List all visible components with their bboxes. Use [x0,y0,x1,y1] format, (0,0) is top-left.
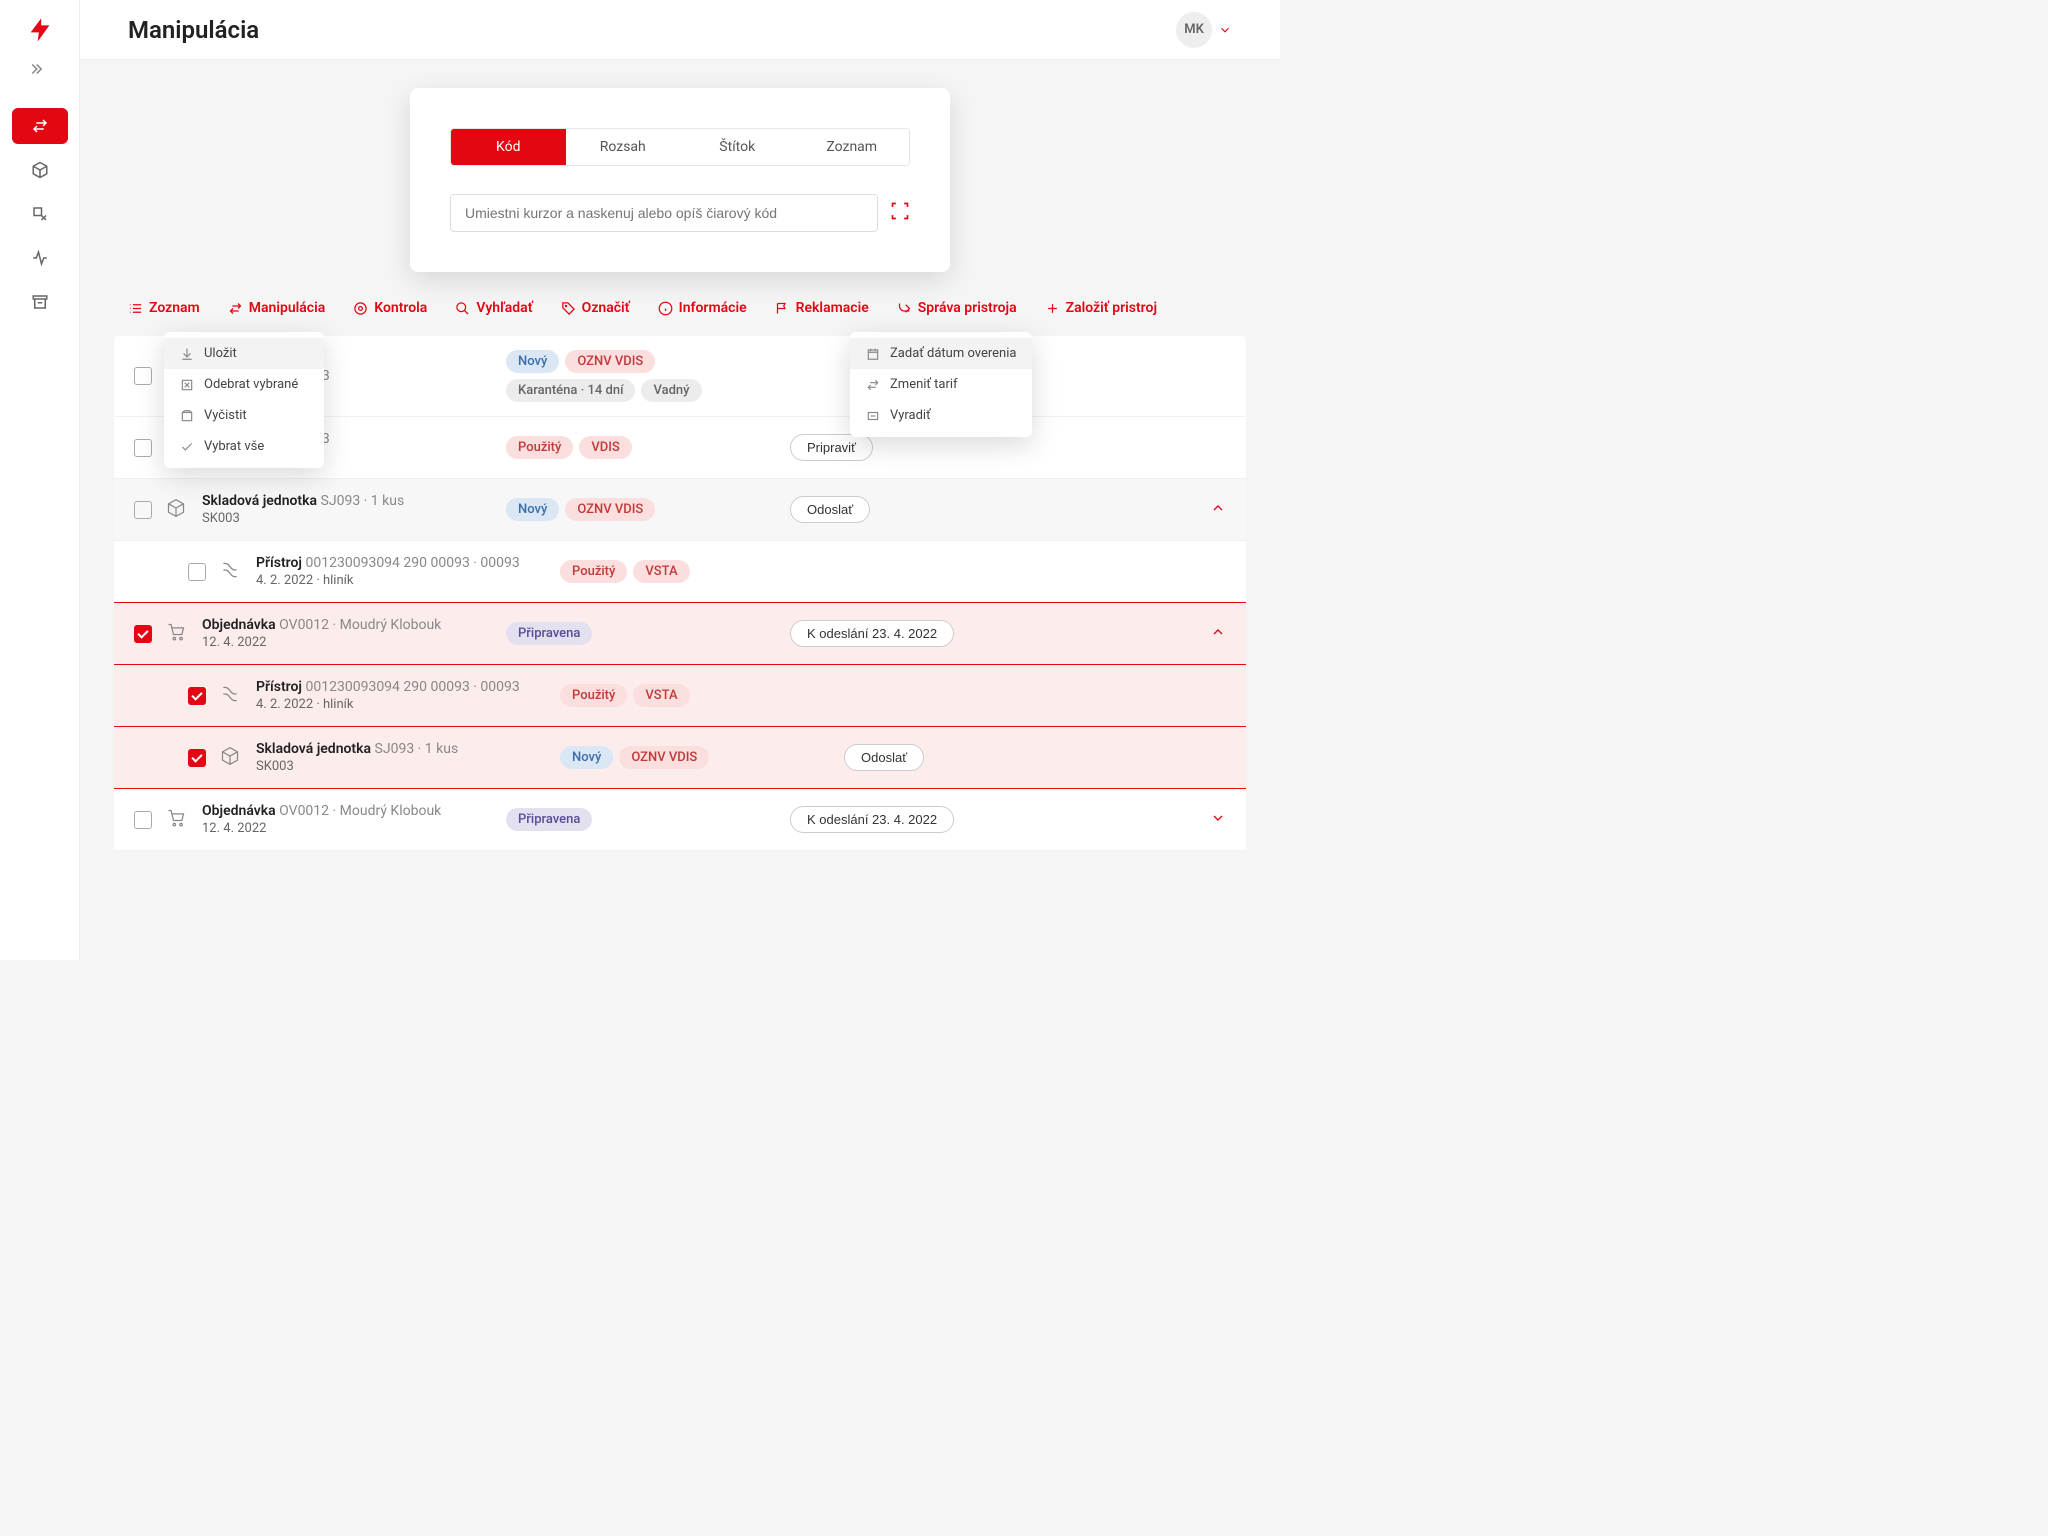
badge: VSTA [633,560,689,583]
badge: Použitý [560,560,627,583]
row-badges: Použitý VSTA [560,684,830,707]
nav-edit[interactable] [12,196,68,232]
badge: Použitý [506,436,573,459]
chevron-down-icon [1218,23,1232,37]
toolbar-zalozit[interactable]: Založiť pristroj [1045,300,1157,316]
barcode-input[interactable] [450,194,878,232]
device-icon [220,684,242,708]
badge: Nový [506,350,559,373]
toolbar-sprava[interactable]: Správa pristroja [897,300,1017,316]
toolbar-informacie[interactable]: Informácie [658,300,747,316]
row-checkbox[interactable] [188,563,206,581]
row-badges: Nový OZNV VDIS Karanténa · 14 dní Vadný [506,350,776,402]
menu-vyradit[interactable]: Vyradiť [850,400,1032,431]
badge: Vadný [641,379,701,402]
badge: Karanténa · 14 dní [506,379,635,402]
box-icon [220,746,242,770]
menu-odebrat[interactable]: Odebrat vybrané [164,369,324,400]
row-badges: Použitý VSTA [560,560,830,583]
search-tab-kod[interactable]: Kód [451,129,566,165]
row-checkbox[interactable] [134,811,152,829]
box-icon [166,498,188,522]
row-checkbox[interactable] [134,367,152,385]
nav-box[interactable] [12,152,68,188]
device-icon [220,560,242,584]
search-tab-rozsah[interactable]: Rozsah [566,129,681,165]
row-badges: Použitý VDIS [506,436,776,459]
user-menu[interactable]: MK [1176,12,1232,48]
menu-vybrat-vse[interactable]: Vybrat vše [164,431,324,462]
badge: Připravena [506,622,592,645]
chevron-down-icon[interactable] [1210,810,1226,830]
search-card: Kód Rozsah Štítok Zoznam [410,88,950,272]
row-badges: Nový OZNV VDIS [560,746,830,769]
row-checkbox[interactable] [188,749,206,767]
cart-icon [166,622,188,646]
badge: OZNV VDIS [565,498,655,521]
list-row[interactable]: Skladová jednotka SJ093 · 1 kusSK003 Nový… [114,726,1246,789]
sprava-dropdown: Zadať dátum overenia Zmeniť tarif Vyradi… [850,332,1032,437]
row-action-button[interactable]: Odoslať [844,744,924,771]
cart-icon [166,808,188,832]
row-action-button[interactable]: K odeslání 23. 4. 2022 [790,620,954,647]
row-content: Přístroj 001230093094 290 00093 · 000934… [256,555,546,588]
row-badges: Připravena [506,808,776,831]
toolbar-zoznam[interactable]: Zoznam [128,300,200,316]
page-title: Manipulácia [128,16,259,44]
row-checkbox[interactable] [134,501,152,519]
list-row[interactable]: Skladová jednotka SJ093 · 1 kusSK003 Nový… [114,479,1246,541]
list-row[interactable]: Objednávka OV0012 · Moudrý Klobouk12. 4.… [114,789,1246,851]
menu-zmenit-tarif[interactable]: Zmeniť tarif [850,369,1032,400]
chevron-up-icon[interactable] [1210,624,1226,644]
row-checkbox[interactable] [134,625,152,643]
badge: Použitý [560,684,627,707]
toolbar-oznacit[interactable]: Označiť [561,300,630,316]
list-row[interactable]: Přístroj 001230093094 290 00093 · 000934… [114,664,1246,727]
nav-archive[interactable] [12,284,68,320]
row-checkbox[interactable] [134,439,152,457]
row-content: Objednávka OV0012 · Moudrý Klobouk12. 4.… [202,617,492,650]
row-content: Objednávka OV0012 · Moudrý Klobouk12. 4.… [202,803,492,836]
toolbar-reklamacie[interactable]: Reklamacie [775,300,869,316]
row-action-button[interactable]: Odoslať [790,496,870,523]
badge: VDIS [579,436,631,459]
menu-ulozit[interactable]: Uložit [164,338,324,369]
row-content: Skladová jednotka SJ093 · 1 kusSK003 [202,493,492,526]
badge: OZNV VDIS [619,746,709,769]
sidebar-expand-button[interactable] [30,60,50,80]
badge: Nový [560,746,613,769]
row-content: Přístroj 001230093094 290 00093 · 000934… [256,679,546,712]
list-row[interactable]: Přístroj 001230093094 290 00093 · 000934… [114,541,1246,603]
sidebar [0,0,80,960]
nav-swap[interactable] [12,108,68,144]
row-badges: Připravena [506,622,776,645]
menu-zadat-datum[interactable]: Zadať dátum overenia [850,338,1032,369]
badge: OZNV VDIS [565,350,655,373]
search-tab-stitok[interactable]: Štítok [680,129,795,165]
toolbar: Zoznam Manipulácia Kontrola Vyhľadať Ozn… [80,300,1280,316]
list-row[interactable]: Objednávka OV0012 · Moudrý Klobouk12. 4.… [114,602,1246,665]
chevron-up-icon[interactable] [1210,500,1226,520]
search-tab-zoznam[interactable]: Zoznam [795,129,910,165]
menu-vycistit[interactable]: Vyčistit [164,400,324,431]
row-action-button[interactable]: K odeslání 23. 4. 2022 [790,806,954,833]
row-checkbox[interactable] [188,687,206,705]
toolbar-manipulacia[interactable]: Manipulácia [228,300,326,316]
toolbar-kontrola[interactable]: Kontrola [353,300,427,316]
nav-pulse[interactable] [12,240,68,276]
row-action-button[interactable]: Pripraviť [790,434,873,461]
badge: VSTA [633,684,689,707]
header: Manipulácia MK [80,0,1280,60]
badge: Připravena [506,808,592,831]
search-tabs: Kód Rozsah Štítok Zoznam [450,128,910,166]
badge: Nový [506,498,559,521]
row-content: Skladová jednotka SJ093 · 1 kusSK003 [256,741,546,774]
toolbar-vyhladat[interactable]: Vyhľadať [455,300,532,316]
scan-icon[interactable] [890,201,910,225]
row-badges: Nový OZNV VDIS [506,498,776,521]
logo-icon [26,16,54,44]
avatar: MK [1176,12,1212,48]
manipulacia-dropdown: Uložit Odebrat vybrané Vyčistit Vybrat v… [164,332,324,468]
